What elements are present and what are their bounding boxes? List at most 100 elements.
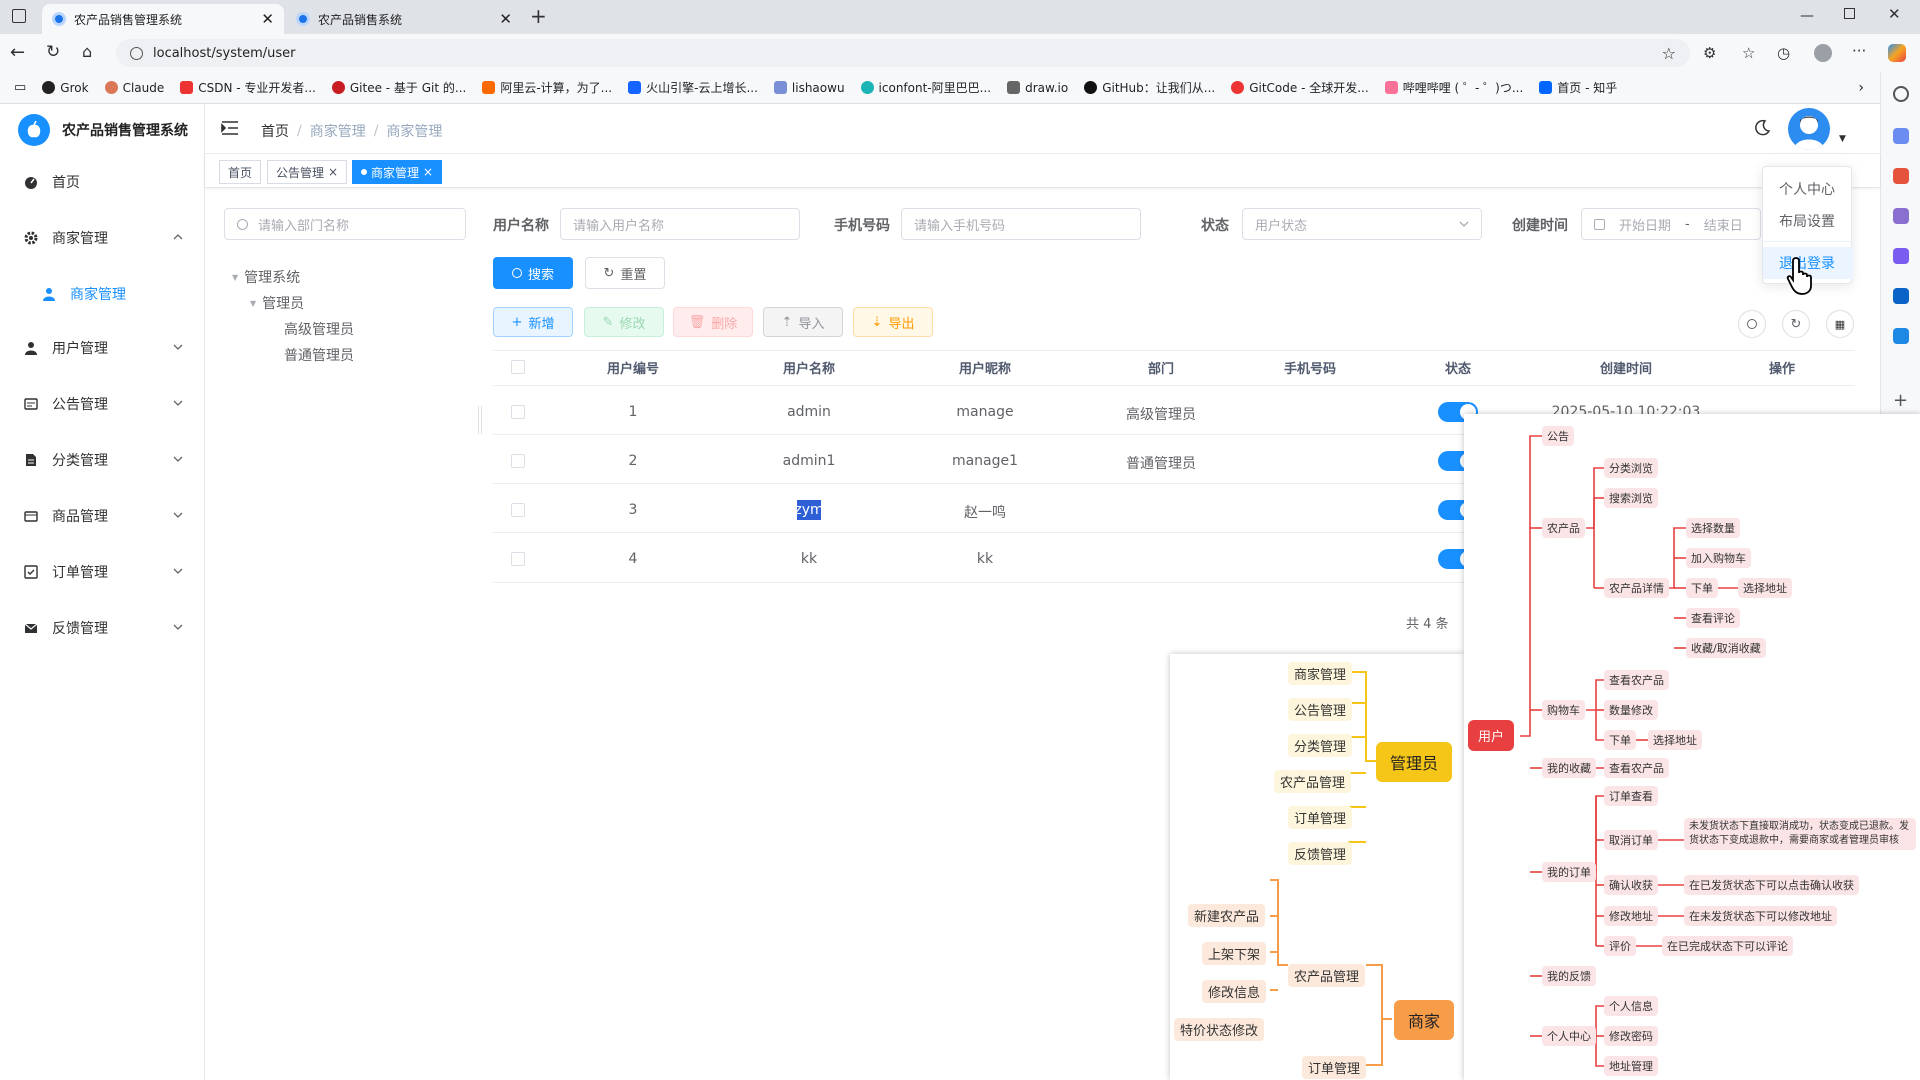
avatar[interactable] [1788,108,1830,150]
copilot-icon[interactable] [1888,44,1906,62]
export-button[interactable]: ⇣ 导出 [853,307,933,337]
pane-resize-handle[interactable] [478,406,482,434]
browser-tab-2[interactable]: 农产品销售系统 ✕ [286,4,522,34]
select-all-checkbox[interactable] [511,360,525,374]
mindmap-node: 我的收藏 [1542,758,1596,778]
back-icon[interactable]: ← [10,42,25,63]
tree-node[interactable]: ▼ 管理系统 [232,264,354,290]
bookmark[interactable]: iconfont-阿里巴巴... [860,79,991,96]
m365-icon[interactable] [1893,248,1909,264]
add-panel-icon[interactable]: + [1893,390,1908,411]
columns-button[interactable]: ▦ [1826,310,1854,338]
mindmap-node: 订单管理 [1302,1056,1367,1079]
date-range-picker[interactable]: 开始日期 - 结束日 [1581,208,1761,240]
toolbox-icon[interactable] [1893,168,1909,184]
dark-mode-icon[interactable] [1753,119,1771,137]
username-input[interactable]: 请输入用户名称 [560,208,800,240]
mindmap-node: 我的反馈 [1542,966,1596,986]
add-button[interactable]: + 新增 [493,307,573,337]
history-icon[interactable]: ◷ [1777,44,1790,62]
refresh-table-button[interactable]: ↻ [1782,310,1810,338]
sidebar-item-merchant[interactable]: 商家管理 [0,218,205,258]
search-button[interactable]: 搜索 [493,257,573,289]
send-icon[interactable] [1893,328,1909,344]
dropdown-item-profile[interactable]: 个人中心 [1763,173,1853,205]
caret-down-icon[interactable]: ▼ [1839,134,1846,144]
url-field[interactable]: localhost/system/user ☆ [116,39,1690,67]
close-window-icon[interactable]: ✕ [1888,5,1901,23]
tag-merchant[interactable]: 商家管理 × [352,160,443,184]
status-select[interactable]: 用户状态 [1242,208,1482,240]
reset-button[interactable]: ↻ 重置 [585,257,665,289]
tree-node[interactable]: 普通管理员 [232,342,354,368]
home-icon[interactable]: ⌂ [82,42,92,61]
outlook-icon[interactable] [1893,288,1909,304]
bookmark[interactable]: 首页 - 知乎 [1539,79,1617,96]
maximize-icon[interactable] [1844,8,1855,19]
tag-notice[interactable]: 公告管理 × [267,160,348,184]
bookmark[interactable]: 哔哩哔哩 ( ゜- ゜)つ... [1384,79,1523,96]
reading-list-icon[interactable]: ▭ [14,80,26,95]
bookmark[interactable]: draw.io [1007,81,1068,95]
sidebar-item-goods[interactable]: 商品管理 [0,496,205,536]
bookmark[interactable]: Grok [42,81,89,95]
bookmark[interactable]: GitCode - 全球开发... [1231,79,1369,96]
sidebar-subitem-merchant[interactable]: 商家管理 [0,274,205,314]
mindmap-node: 搜索浏览 [1604,488,1658,508]
sidebar-item-category[interactable]: 分类管理 [0,440,205,480]
dept-search-input[interactable]: 请输入部门名称 [224,208,466,240]
tree-node[interactable]: ▼ 管理员 [232,290,354,316]
sidebar-item-orders[interactable]: 订单管理 [0,552,205,592]
bookmark[interactable]: Claude [104,81,164,95]
sidebar-item-users[interactable]: 用户管理 [0,328,205,368]
tree-node[interactable]: 高级管理员 [232,316,354,342]
sidebar-item-notice[interactable]: 公告管理 [0,384,205,424]
favorite-star-icon[interactable]: ☆ [1662,44,1676,63]
row-checkbox[interactable] [511,503,525,517]
chevron-right-icon[interactable]: › [1858,80,1864,96]
favorites-icon[interactable]: ☆ [1742,44,1755,62]
sidebar-item-feedback[interactable]: 反馈管理 [0,608,205,648]
people-icon[interactable] [1893,208,1909,224]
row-checkbox[interactable] [511,552,525,566]
new-tab-icon[interactable]: + [530,4,547,28]
tab-actions-icon[interactable] [12,9,26,23]
search-icon[interactable] [1893,86,1909,102]
bookmark[interactable]: GitHub：让我们从... [1084,79,1215,96]
row-checkbox[interactable] [511,454,525,468]
phone-input[interactable]: 请输入手机号码 [901,208,1141,240]
dropdown-item-layout[interactable]: 布局设置 [1763,205,1853,237]
bookmark[interactable]: CSDN - 专业开发者... [180,79,316,96]
bookmark[interactable]: 阿里云-计算，为了... [482,79,612,96]
search-button-label: 搜索 [527,267,554,283]
more-menu-icon[interactable]: ··· [1852,42,1866,60]
tree-node-label: 高级管理员 [284,322,354,338]
hamburger-icon[interactable] [221,120,239,136]
import-button[interactable]: ⇡ 导入 [763,307,843,337]
browser-tab-1[interactable]: 农产品销售管理系统 ✕ [42,4,284,34]
extensions-icon[interactable]: ⚙ [1703,44,1716,62]
tag-label: 首页 [228,165,253,180]
close-tab-icon[interactable]: ✕ [261,10,274,28]
close-icon[interactable]: × [423,165,433,179]
bookmark[interactable]: lishaowu [773,81,845,95]
delete-button[interactable]: 🗑 删除 [673,307,753,337]
minimize-icon[interactable]: — [1800,8,1814,24]
bookmark[interactable]: Gitee - 基于 Git 的... [331,79,466,96]
close-icon[interactable]: × [328,165,338,179]
refresh-icon[interactable]: ↻ [46,42,60,62]
site-info-icon[interactable] [130,46,143,60]
edit-button[interactable]: ✎ 修改 [584,307,664,337]
sidebar-item-label: 订单管理 [52,565,108,581]
sidebar-item-home[interactable]: 首页 [0,162,205,202]
bookmark[interactable]: 火山引擎-云上增长... [628,79,758,96]
breadcrumb-item[interactable]: 首页 [261,121,289,141]
chevron-down-icon [173,566,183,576]
url-text: localhost/system/user [153,45,296,61]
tag-home[interactable]: 首页 [219,160,262,184]
tools-icon[interactable] [1893,128,1909,144]
toggle-search-button[interactable] [1738,310,1766,338]
row-checkbox[interactable] [511,405,525,419]
close-tab-icon[interactable]: ✕ [499,10,512,28]
profile-avatar-icon[interactable] [1814,44,1832,62]
